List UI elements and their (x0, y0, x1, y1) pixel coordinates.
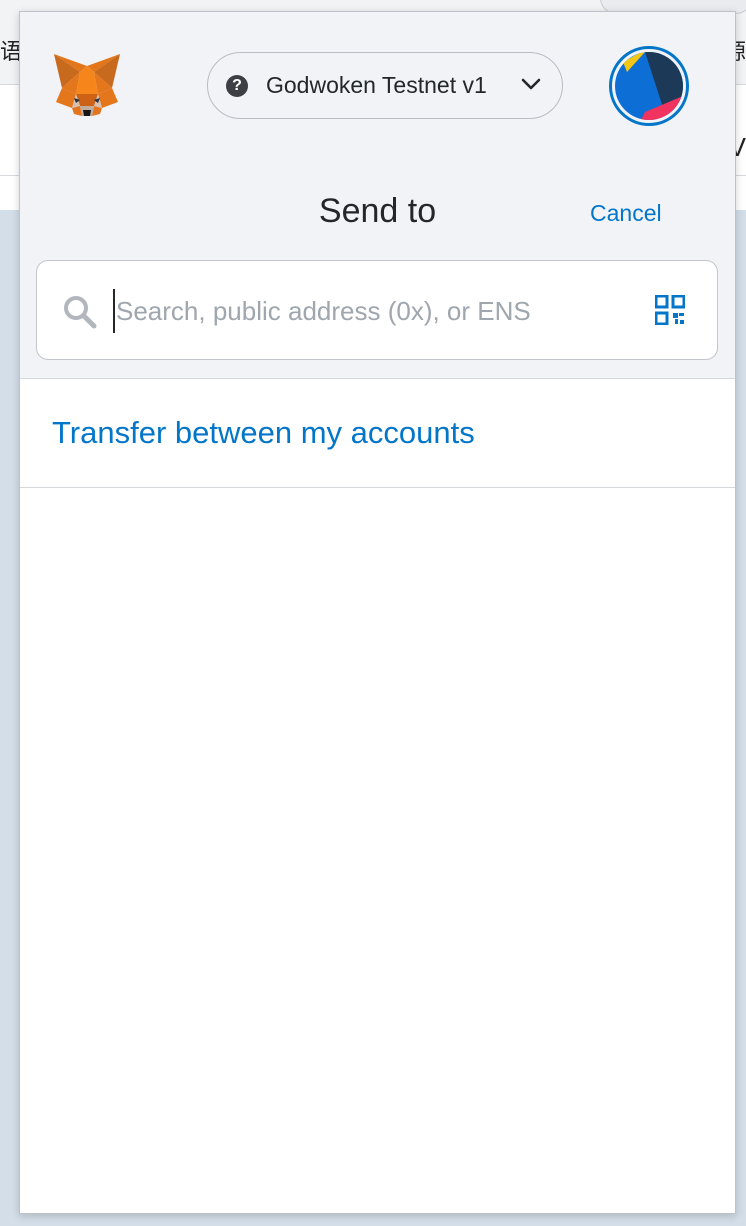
account-avatar[interactable] (609, 46, 689, 126)
qr-code-scan-icon[interactable] (655, 295, 685, 325)
search-icon (64, 296, 97, 329)
recipient-search-input[interactable] (113, 289, 638, 333)
recipient-search-box[interactable] (36, 260, 718, 360)
metamask-popup: ? Godwoken Testnet v1 Send to Cancel Sea… (19, 11, 736, 1214)
network-label: Godwoken Testnet v1 (266, 72, 487, 98)
chevron-down-icon (521, 78, 541, 90)
empty-content-area (20, 488, 735, 1213)
transfer-between-accounts-row: Transfer between my accounts (20, 379, 735, 488)
network-selector[interactable]: ? Godwoken Testnet v1 (207, 52, 563, 119)
question-mark-icon: ? (226, 75, 248, 97)
transfer-between-accounts-link[interactable]: Transfer between my accounts (52, 415, 475, 451)
send-header-section: ? Godwoken Testnet v1 Send to Cancel (20, 12, 735, 379)
cancel-button[interactable]: Cancel (590, 200, 662, 227)
account-identicon-icon (615, 52, 683, 120)
metamask-fox-icon[interactable] (52, 52, 122, 118)
